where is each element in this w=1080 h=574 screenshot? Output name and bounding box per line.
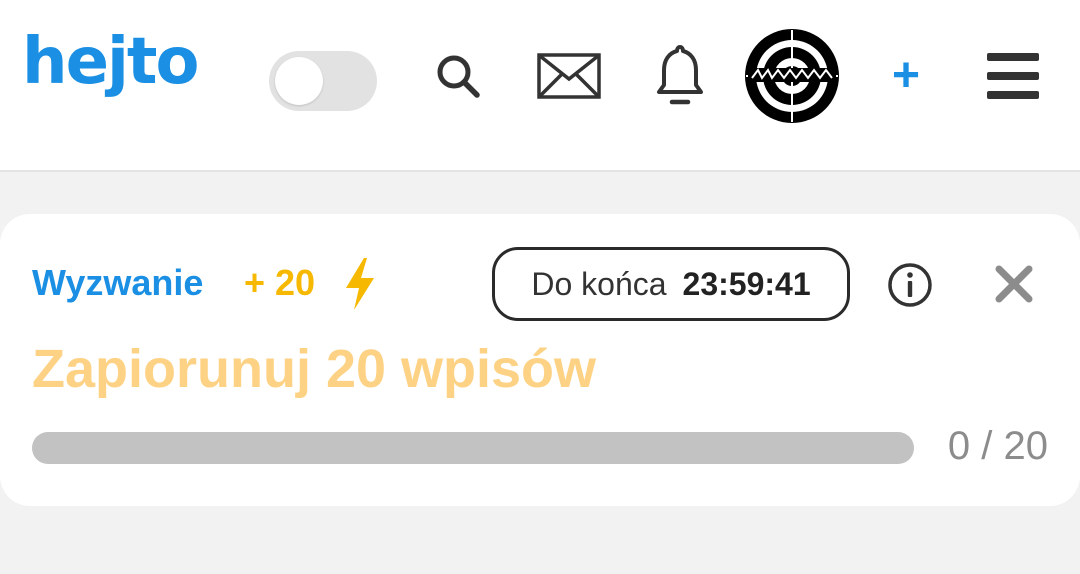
hamburger-menu-icon (987, 53, 1039, 99)
avatar-target-icon (745, 29, 839, 123)
close-icon (995, 265, 1033, 303)
challenge-label: Wyzwanie (32, 262, 204, 303)
add-post-button[interactable]: + (884, 46, 928, 106)
timer-value: 23:59:41 (682, 265, 811, 302)
messages-button[interactable] (536, 52, 602, 100)
timer-label: Do końca (531, 265, 667, 302)
progress-count: 0 / 20 (947, 424, 1048, 468)
lightning-icon (346, 258, 374, 310)
info-icon (888, 263, 932, 307)
bell-icon (657, 45, 703, 105)
challenge-title: Zapiorunuj 20 wpisów (32, 339, 597, 399)
notifications-button[interactable] (654, 42, 706, 108)
hejto-logo[interactable]: hejto (22, 30, 199, 94)
user-avatar[interactable] (744, 28, 840, 124)
search-button[interactable] (430, 48, 486, 104)
info-button[interactable] (886, 261, 934, 309)
challenge-points: + 20 (244, 262, 316, 303)
close-button[interactable] (994, 264, 1034, 304)
theme-toggle[interactable] (269, 51, 377, 111)
top-bar: hejto + (0, 0, 1080, 172)
search-icon (437, 55, 480, 98)
challenge-progress-bar (32, 432, 914, 464)
menu-button[interactable] (984, 50, 1042, 102)
mail-icon (537, 53, 601, 99)
toggle-knob (275, 57, 323, 105)
countdown-timer: Do końca 23:59:41 (492, 247, 850, 321)
